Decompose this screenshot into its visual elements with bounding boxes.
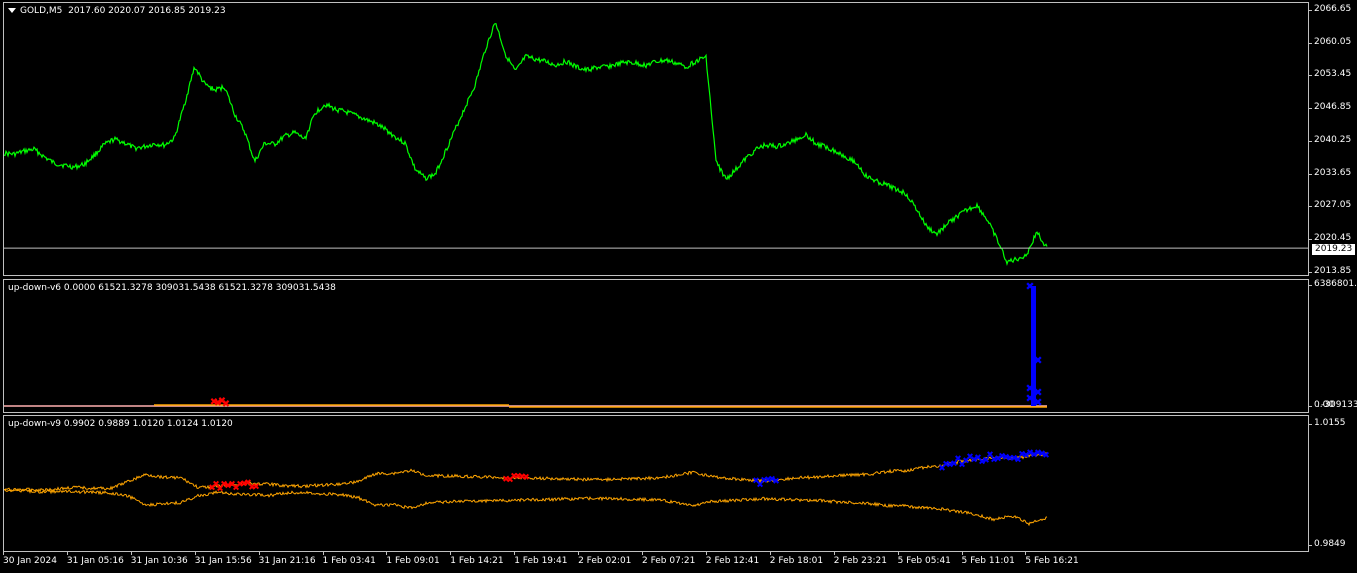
axis-tick: 2046.85	[1308, 102, 1352, 113]
time-axis[interactable]: 30 Jan 2024 31 Jan 05:16 31 Jan 10:36 31 Ja…	[3, 552, 1309, 573]
time-tick: 5 Feb 05:41	[897, 552, 951, 566]
price-line	[4, 23, 1048, 267]
indicator-v9-canvas[interactable]: ✖✖✖✖✖✖✖✖✖✖✖✖✖✖✖✖✖✖ ✖✖✖✖✖✖✖✖✖✖✖✖✖✖✖✖✖✖✖✖✖✖…	[4, 416, 1308, 551]
time-tick: 5 Feb 11:01	[961, 552, 1015, 566]
time-tick: 5 Feb 16:21	[1025, 552, 1079, 566]
axis-tick: 2020.45	[1308, 232, 1352, 243]
down-marker: ✖	[772, 477, 780, 487]
price-chart-canvas[interactable]	[4, 3, 1308, 275]
price-chart-header: GOLD,M5 2017.60 2020.07 2016.85 2019.23	[8, 6, 226, 16]
indicator-v6-canvas[interactable]: ✖✖✖✖✖✖✖✖✖✖	[4, 280, 1308, 412]
lower-line	[4, 488, 1048, 527]
axis-tick: 2066.65	[1308, 4, 1352, 14]
ohlc-values: 2017.60 2020.07 2016.85 2019.23	[68, 6, 226, 16]
indicator-v9-axis[interactable]: 1.0155 0.9849	[1309, 415, 1357, 552]
axis-tick: -309133.3	[1315, 400, 1357, 410]
down-marker: ✖	[1042, 451, 1050, 461]
axis-tick: 2060.05	[1308, 36, 1352, 47]
time-tick: 1 Feb 14:21	[450, 552, 504, 566]
time-tick: 31 Jan 05:16	[66, 552, 124, 566]
time-tick: 1 Feb 19:41	[514, 552, 568, 566]
time-tick: 1 Feb 09:01	[386, 552, 440, 566]
axis-tick: 1.0155	[1309, 418, 1346, 428]
down-marker: ✖	[1033, 396, 1042, 409]
time-tick: 31 Jan 15:56	[194, 552, 252, 566]
time-tick: 31 Jan 21:16	[258, 552, 316, 566]
symbol-label: GOLD,M5	[20, 6, 63, 16]
down-marker: ✖	[1033, 354, 1042, 367]
indicator-v6-axis[interactable]: 6386801.2 0.00 -309133.3	[1308, 279, 1357, 413]
indicator-pane-up-down-v6[interactable]: ✖ ✖ ✖ ✖ ✖ ✖ ✖ ✖ ✖ ✖ up-down-v6 0.0000 61521.3278 …	[3, 279, 1309, 413]
current-price-tag: 2019.23	[1311, 243, 1357, 257]
time-tick: 1 Feb 03:41	[322, 552, 376, 566]
time-tick: 2 Feb 07:21	[642, 552, 696, 566]
down-marker: ✖	[1025, 280, 1034, 293]
time-tick: 30 Jan 2024	[3, 552, 57, 566]
axis-tick: 2053.45	[1308, 69, 1352, 80]
price-chart-pane[interactable]: GOLD,M5 2017.60 2020.07 2016.85 2019.23	[3, 2, 1309, 276]
axis-tick: 2027.05	[1308, 200, 1352, 211]
time-tick: 2 Feb 23:21	[833, 552, 888, 566]
axis-tick: 2040.25	[1308, 134, 1352, 145]
indicator-pane-up-down-v9[interactable]: ✖ ✖ ✖ ✖ ✖ ✖ ✖ ✖ ✖ ✖ ✖ ✖ ✖ ✖ ✖ ✖ ✖ ✖ ✖ ✖ ✖ ✖ ✖ ✖ ✖ ✖ ✖ ✖ ✖ ✖ ✖ ✖ ✖ ✖ ✖ ✖ ✖ ✖ ✖ ✖…	[3, 415, 1309, 552]
axis-tick: 2033.65	[1308, 167, 1352, 178]
indicator-v6-label: up-down-v6 0.0000 61521.3278 309031.5438…	[8, 283, 336, 293]
price-axis[interactable]: 2066.65 2060.05 2053.45 2046.85 2040.25 2033.…	[1308, 2, 1357, 276]
time-tick: 31 Jan 10:36	[130, 552, 188, 566]
up-marker: ✖	[252, 482, 260, 492]
up-marker: ✖	[522, 473, 530, 483]
axis-tick: 2013.85	[1308, 265, 1352, 276]
up-marker: ✖	[222, 399, 230, 410]
indicator-v9-label: up-down-v9 0.9902 0.9889 1.0120 1.0124 1…	[8, 419, 233, 429]
axis-tick: 0.9849	[1309, 539, 1346, 549]
axis-tick: 6386801.2	[1309, 279, 1357, 289]
time-tick: 2 Feb 18:01	[769, 552, 824, 566]
time-tick: 2 Feb 02:01	[578, 552, 632, 566]
collapse-triangle-icon[interactable]	[8, 8, 16, 13]
time-tick: 2 Feb 12:41	[705, 552, 760, 566]
